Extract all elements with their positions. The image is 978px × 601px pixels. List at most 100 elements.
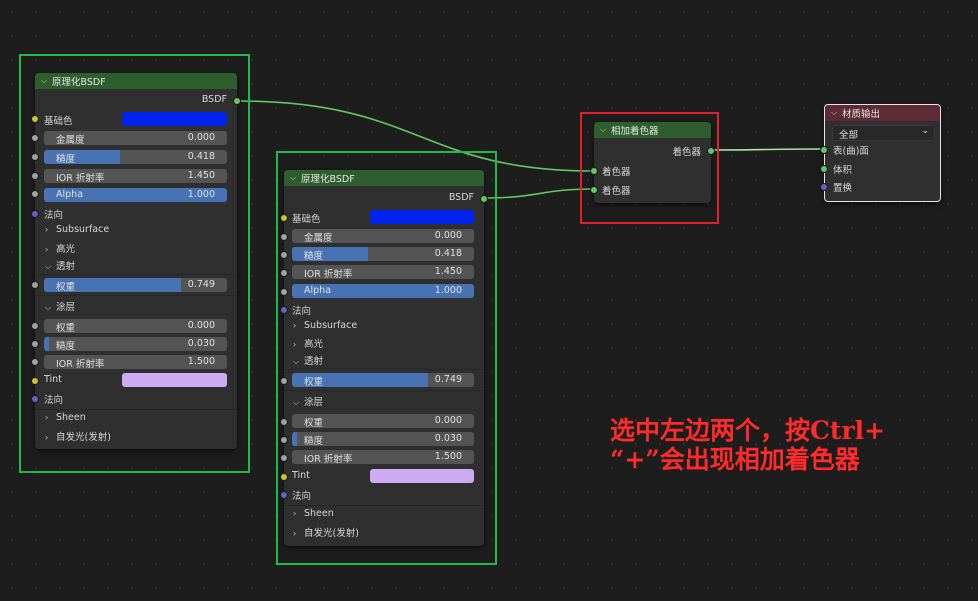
node-header[interactable]: ⌵ 原理化BSDF bbox=[35, 73, 237, 89]
field-label: IOR 折射率 bbox=[56, 173, 105, 183]
annotation-text: 选中左边两个，按Ctrl+ “+”会出现相加着色器 bbox=[610, 416, 885, 474]
socket-coat-ior[interactable] bbox=[280, 454, 288, 462]
socket-coat-normal[interactable] bbox=[31, 395, 39, 403]
coat-weight-field[interactable]: 权重 0.000 bbox=[44, 319, 227, 333]
alpha-field[interactable]: Alpha 1.000 bbox=[44, 188, 227, 202]
chevron-down-icon: ⌵ bbox=[293, 357, 300, 366]
displacement-label: 置换 bbox=[833, 183, 853, 194]
tint-swatch[interactable] bbox=[122, 373, 227, 387]
alpha-field[interactable]: Alpha 1.000 bbox=[292, 284, 474, 298]
panel-transmission[interactable]: ⌵ 透射 bbox=[45, 258, 75, 272]
panel-label: 透射 bbox=[56, 261, 76, 272]
field-label: 权重 bbox=[304, 377, 324, 387]
chevron-right-icon: › bbox=[45, 413, 49, 422]
ior-field[interactable]: IOR 折射率 1.450 bbox=[292, 265, 474, 279]
output-label: 着色器 bbox=[672, 147, 701, 158]
input-socket-volume[interactable] bbox=[820, 165, 828, 173]
coat-roughness-field[interactable]: 糙度 0.030 bbox=[44, 337, 227, 351]
input-socket-shader-2[interactable] bbox=[590, 186, 598, 194]
socket-normal[interactable] bbox=[31, 210, 39, 218]
chevron-down-icon: ⌵ bbox=[45, 262, 52, 271]
principled-bsdf-node-2[interactable]: ⌵ 原理化BSDF BSDF 基础色 金属度 0.000 糙度 0.418 IO… bbox=[280, 170, 488, 546]
socket-coat-weight[interactable] bbox=[280, 418, 288, 426]
socket-coat-weight[interactable] bbox=[31, 322, 39, 330]
panel-transmission[interactable]: ⌵ 透射 bbox=[293, 353, 323, 367]
panel-separator bbox=[284, 390, 484, 391]
socket-transmission-weight[interactable] bbox=[280, 377, 288, 385]
tint-swatch[interactable] bbox=[370, 469, 474, 483]
base-color-swatch[interactable] bbox=[370, 210, 474, 224]
node-header[interactable]: ⌵ 材质输出 bbox=[825, 105, 940, 121]
input-socket-displacement[interactable] bbox=[820, 183, 828, 191]
material-output-node[interactable]: ⌵ 材质输出 全部 ⌄ 表(曲)面 体积 置换 bbox=[820, 104, 941, 202]
socket-coat-normal[interactable] bbox=[280, 491, 288, 499]
chevron-down-icon[interactable]: ⌵ bbox=[831, 108, 838, 118]
base-color-label: 基础色 bbox=[44, 116, 73, 127]
panel-separator bbox=[35, 409, 237, 410]
roughness-field[interactable]: 糙度 0.418 bbox=[292, 247, 474, 261]
panel-label: 自发光(发射) bbox=[304, 528, 359, 539]
socket-ior[interactable] bbox=[31, 172, 39, 180]
metallic-field[interactable]: 金属度 0.000 bbox=[44, 131, 227, 145]
panel-sheen[interactable]: › Sheen bbox=[45, 412, 86, 423]
panel-specular[interactable]: › 高光 bbox=[293, 336, 323, 350]
metallic-field[interactable]: 金属度 0.000 bbox=[292, 229, 474, 243]
roughness-field[interactable]: 糙度 0.418 bbox=[44, 150, 227, 164]
target-dropdown[interactable]: 全部 ⌄ bbox=[832, 125, 935, 141]
field-value: 0.030 bbox=[187, 338, 215, 349]
socket-coat-ior[interactable] bbox=[31, 358, 39, 366]
panel-label: Subsurface bbox=[56, 224, 110, 235]
field-value: 1.450 bbox=[434, 266, 462, 277]
panel-emission[interactable]: › 自发光(发射) bbox=[293, 525, 359, 539]
socket-coat-roughness[interactable] bbox=[31, 340, 39, 348]
socket-tint[interactable] bbox=[31, 377, 39, 385]
panel-coat[interactable]: ⌵ 涂层 bbox=[45, 299, 75, 313]
chevron-down-icon: ⌵ bbox=[45, 303, 52, 312]
socket-base-color[interactable] bbox=[280, 214, 288, 222]
output-socket-shader[interactable] bbox=[707, 147, 715, 155]
panel-coat[interactable]: ⌵ 涂层 bbox=[293, 394, 323, 408]
socket-base-color[interactable] bbox=[31, 115, 39, 123]
ior-field[interactable]: IOR 折射率 1.450 bbox=[44, 169, 227, 183]
panel-emission[interactable]: › 自发光(发射) bbox=[45, 429, 111, 443]
coat-ior-field[interactable]: IOR 折射率 1.500 bbox=[292, 450, 474, 464]
output-socket-bsdf[interactable] bbox=[233, 97, 241, 105]
base-color-swatch[interactable] bbox=[122, 112, 227, 126]
coat-ior-field[interactable]: IOR 折射率 1.500 bbox=[44, 355, 227, 369]
socket-metallic[interactable] bbox=[280, 233, 288, 241]
chevron-down-icon[interactable]: ⌵ bbox=[600, 125, 607, 135]
socket-alpha[interactable] bbox=[280, 288, 288, 296]
socket-normal[interactable] bbox=[280, 306, 288, 314]
node-header[interactable]: ⌵ 相加着色器 bbox=[594, 122, 711, 138]
output-socket-bsdf[interactable] bbox=[480, 195, 488, 203]
node-header[interactable]: ⌵ 原理化BSDF bbox=[284, 170, 484, 186]
normal-label: 法向 bbox=[44, 210, 64, 221]
principled-bsdf-node-1[interactable]: ⌵ 原理化BSDF BSDF 基础色 金属度 0.000 糙度 0.418 IO… bbox=[31, 73, 241, 449]
field-label: IOR 折射率 bbox=[56, 359, 105, 369]
panel-label: 透射 bbox=[304, 356, 324, 367]
coat-roughness-field[interactable]: 糙度 0.030 bbox=[292, 432, 474, 446]
chevron-down-icon[interactable]: ⌵ bbox=[41, 76, 48, 86]
field-value: 0.000 bbox=[434, 230, 462, 241]
socket-tint[interactable] bbox=[280, 473, 288, 481]
transmission-weight-field[interactable]: 权重 0.749 bbox=[44, 278, 227, 292]
panel-sheen[interactable]: › Sheen bbox=[293, 508, 334, 519]
socket-metallic[interactable] bbox=[31, 134, 39, 142]
socket-coat-roughness[interactable] bbox=[280, 436, 288, 444]
socket-roughness[interactable] bbox=[31, 153, 39, 161]
panel-specular[interactable]: › 高光 bbox=[45, 241, 75, 255]
socket-ior[interactable] bbox=[280, 269, 288, 277]
input-socket-surface[interactable] bbox=[820, 146, 828, 154]
annotation-line-1: 选中左边两个，按Ctrl+ bbox=[610, 416, 886, 445]
panel-subsurface[interactable]: › Subsurface bbox=[293, 320, 357, 331]
transmission-weight-field[interactable]: 权重 0.749 bbox=[292, 373, 474, 387]
socket-transmission-weight[interactable] bbox=[31, 281, 39, 289]
coat-weight-field[interactable]: 权重 0.000 bbox=[292, 414, 474, 428]
panel-subsurface[interactable]: › Subsurface bbox=[45, 224, 109, 235]
input-socket-shader-1[interactable] bbox=[590, 167, 598, 175]
socket-roughness[interactable] bbox=[280, 251, 288, 259]
field-label: 糙度 bbox=[56, 154, 76, 164]
add-shader-node[interactable]: ⌵ 相加着色器 着色器 着色器 着色器 bbox=[590, 122, 715, 203]
chevron-down-icon[interactable]: ⌵ bbox=[290, 173, 297, 183]
socket-alpha[interactable] bbox=[31, 190, 39, 198]
